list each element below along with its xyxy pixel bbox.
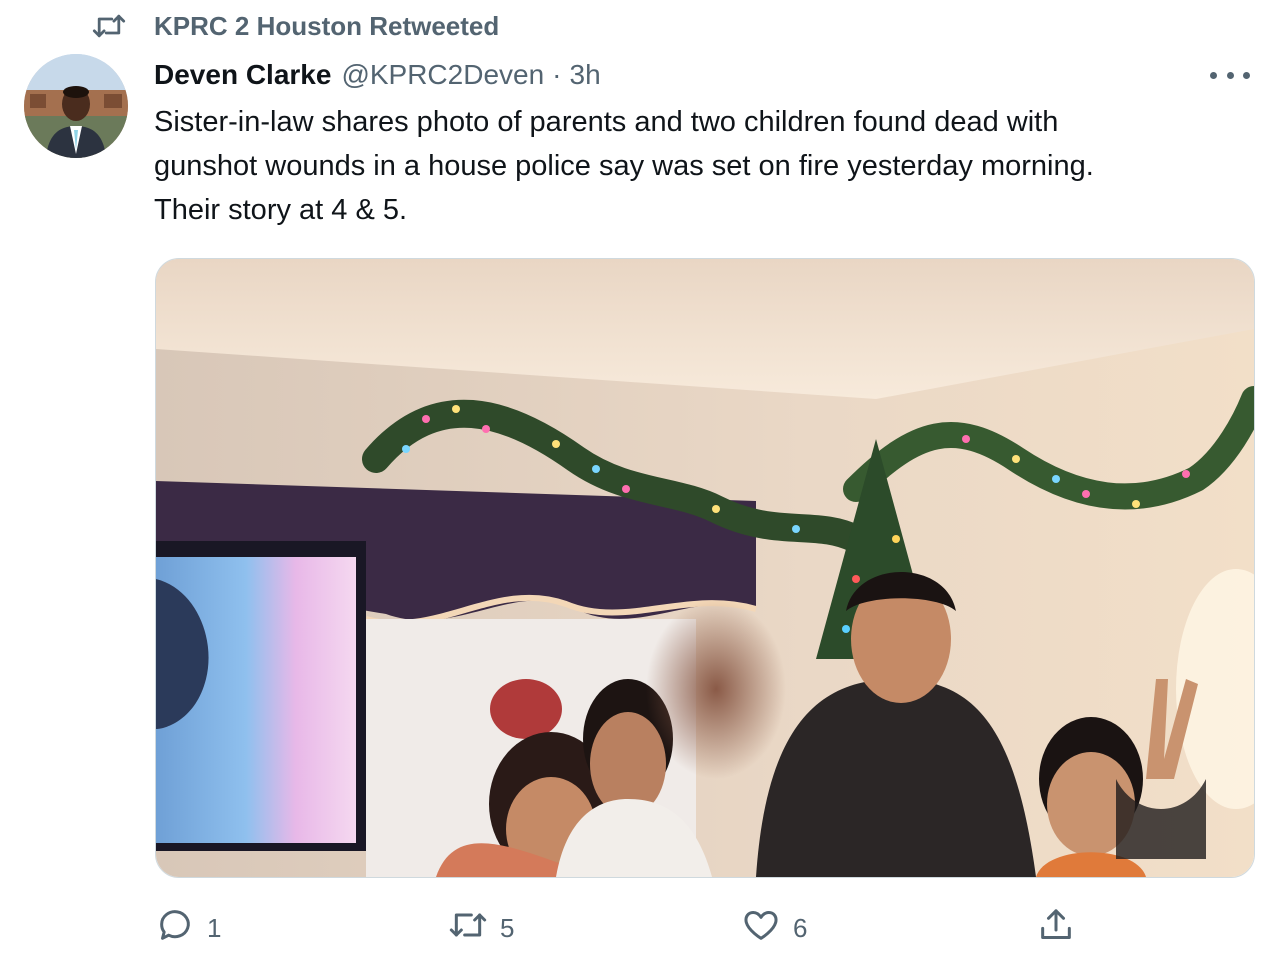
tweet-actions: 1 5 6: [0, 900, 1280, 956]
tweet-timestamp[interactable]: 3h: [570, 59, 601, 91]
reply-icon: [155, 905, 195, 952]
share-icon: [1036, 905, 1076, 952]
tweet-text: Sister-in-law shares photo of parents an…: [154, 106, 1094, 226]
retweet-icon: [92, 10, 126, 42]
avatar[interactable]: [24, 54, 128, 158]
like-button[interactable]: 6: [741, 900, 807, 956]
retweet-icon: [448, 905, 488, 952]
like-count: 6: [793, 912, 808, 943]
author-display-name[interactable]: Deven Clarke: [154, 59, 331, 91]
share-button[interactable]: [1036, 900, 1076, 956]
author-handle[interactable]: @KPRC2Deven: [341, 59, 544, 91]
retweet-banner-text: KPRC 2 Houston Retweeted: [154, 10, 500, 41]
heart-icon: [741, 905, 781, 952]
retweet-count: 5: [500, 912, 515, 943]
reply-count: 1: [207, 912, 222, 943]
retweet-button[interactable]: 5: [448, 900, 514, 956]
retweet-banner[interactable]: KPRC 2 Houston Retweeted: [92, 10, 499, 42]
reply-button[interactable]: 1: [155, 900, 221, 956]
more-options-icon[interactable]: [1210, 62, 1250, 88]
separator-dot: ·: [552, 59, 562, 90]
tweet: KPRC 2 Houston Retweeted Deven Clarke @K…: [0, 0, 1280, 965]
tweet-photo[interactable]: [155, 258, 1255, 878]
tweet-header: Deven Clarke @KPRC2Deven · 3h: [154, 56, 601, 94]
